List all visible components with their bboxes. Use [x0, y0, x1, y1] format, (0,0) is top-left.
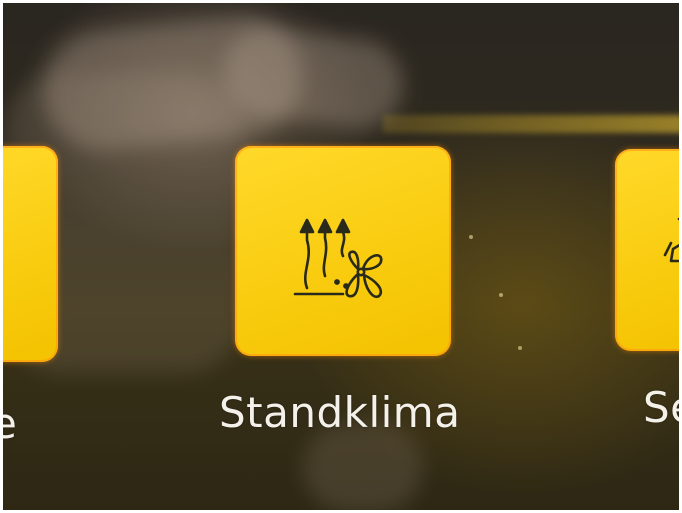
- menu-tile-left-label: e: [3, 399, 18, 448]
- menu-tile-right[interactable]: [615, 149, 679, 351]
- menu-tile-left[interactable]: [3, 146, 58, 362]
- speck: [518, 346, 522, 350]
- parking-climate-icon: [293, 218, 383, 299]
- menu-tile-right-label: Se: [643, 383, 679, 432]
- reflection-strip: [383, 115, 679, 133]
- speck: [469, 235, 473, 239]
- seat-icon: [663, 217, 679, 263]
- standklima-label: Standklima: [219, 388, 461, 437]
- speck: [499, 293, 503, 297]
- standklima-tile[interactable]: [235, 146, 451, 356]
- vehicle-display: e Standklima S: [3, 3, 679, 510]
